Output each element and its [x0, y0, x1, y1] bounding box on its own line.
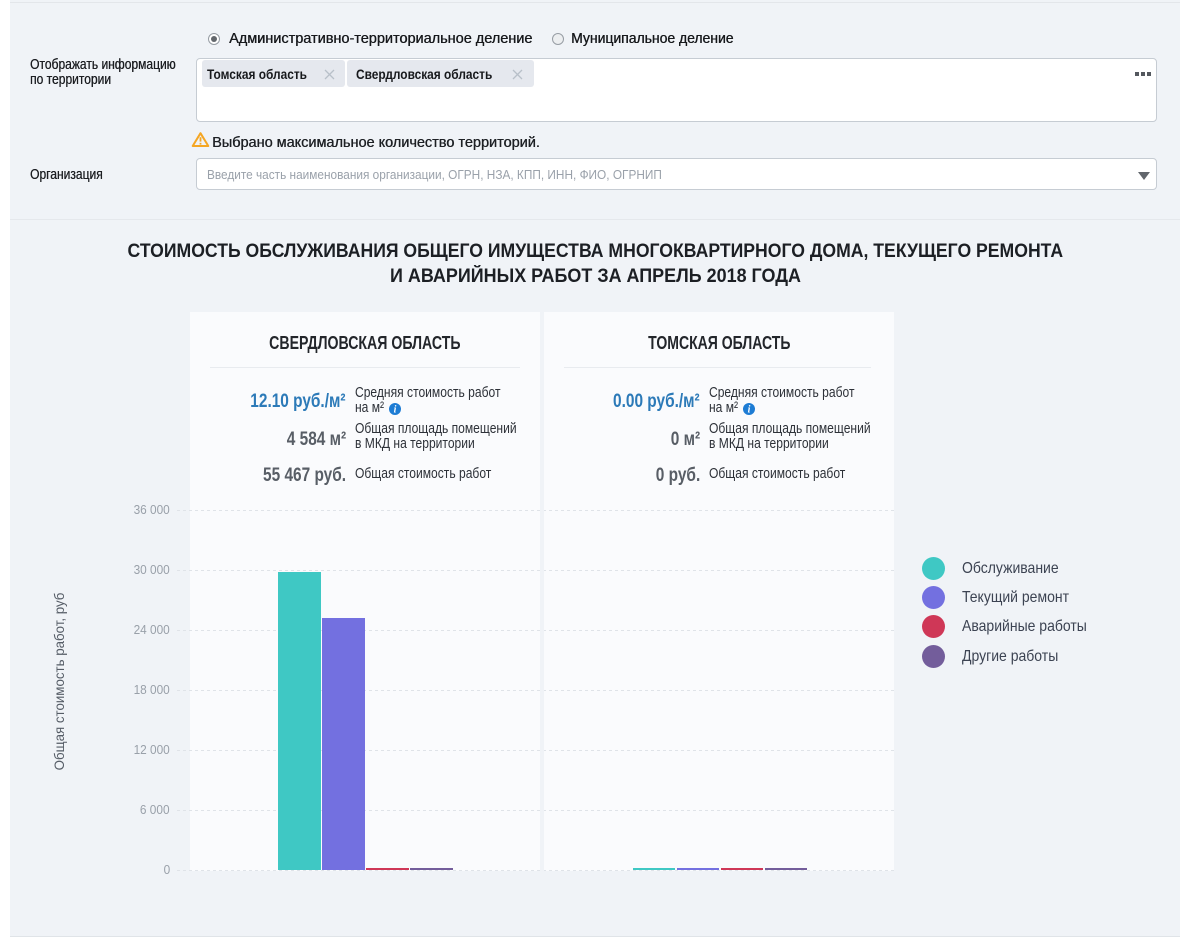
svg-text:i: i	[394, 405, 397, 416]
svg-text:i: i	[748, 405, 751, 416]
